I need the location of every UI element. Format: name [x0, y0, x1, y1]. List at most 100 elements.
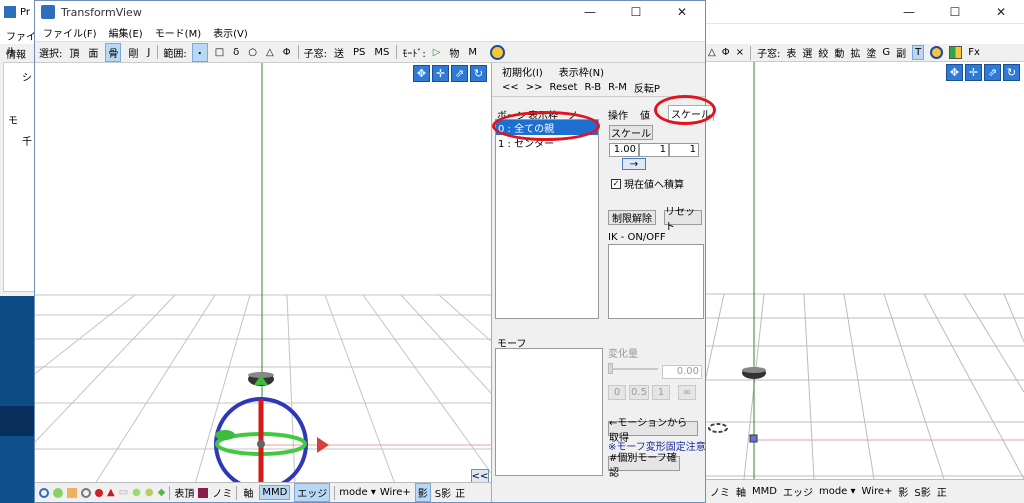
- morph-list[interactable]: [495, 348, 603, 476]
- grid-icon[interactable]: [949, 46, 963, 59]
- menu-file[interactable]: ファイル(F): [43, 25, 97, 40]
- background-right-viewport[interactable]: ✥ ✛ ⇗ ↻: [704, 62, 1024, 479]
- range-point-button[interactable]: ・: [191, 42, 208, 62]
- tool-paint[interactable]: 塗: [866, 45, 876, 60]
- mode-physics-button[interactable]: 物: [447, 44, 461, 61]
- status-mode[interactable]: mode ▾: [819, 486, 856, 497]
- status-axis[interactable]: 軸: [241, 484, 255, 501]
- rotate-move-icon[interactable]: ✛: [432, 65, 449, 82]
- select-rigid-button[interactable]: 剛: [126, 44, 140, 61]
- change-slider[interactable]: [608, 368, 658, 370]
- camera-icon[interactable]: [39, 487, 49, 498]
- tool-phi[interactable]: Φ: [722, 47, 730, 58]
- status-vertex-table[interactable]: 表頂: [174, 485, 194, 500]
- target-icon[interactable]: [81, 487, 91, 498]
- range-rect-button[interactable]: □: [213, 46, 226, 59]
- next-button[interactable]: >>: [526, 82, 543, 93]
- maximize-button[interactable]: ☐: [932, 0, 978, 24]
- change-slider-thumb[interactable]: [608, 363, 613, 374]
- status-axis[interactable]: 軸: [736, 484, 746, 499]
- tool-sub[interactable]: 副: [896, 45, 906, 60]
- checkbox-icon[interactable]: ✓: [611, 178, 621, 189]
- status-mode[interactable]: mode ▾: [339, 487, 376, 498]
- background-window-right[interactable]: — ☐ ✕ △ Φ × 子窓: 表 選 絞 動 拡 塗 G 副 T Fx ✥ ✛…: [704, 0, 1024, 503]
- child-ps-button[interactable]: PS: [351, 46, 367, 59]
- rotate-icon[interactable]: ↻: [470, 65, 487, 82]
- get-from-motion-button[interactable]: ←モーションから取得: [608, 418, 698, 444]
- reset-bone-button[interactable]: R-B: [584, 82, 601, 93]
- zoom-icon[interactable]: ⇗: [984, 64, 1001, 81]
- status-nomi[interactable]: ノミ: [710, 484, 730, 499]
- tool-table[interactable]: 表: [786, 45, 796, 60]
- reset-button[interactable]: Reset: [550, 82, 578, 93]
- change-value-field[interactable]: 0.00: [662, 365, 702, 379]
- reset-morph-button[interactable]: R-M: [608, 82, 627, 93]
- child-ms-button[interactable]: MS: [372, 46, 391, 59]
- mode-m-button[interactable]: M: [466, 46, 479, 59]
- tool-select[interactable]: 選: [802, 45, 812, 60]
- prev-button[interactable]: <<: [502, 82, 519, 93]
- range-delta-button[interactable]: δ: [231, 46, 241, 59]
- status-ortho[interactable]: 正: [937, 484, 947, 499]
- triangle-icon[interactable]: ▲: [107, 487, 115, 498]
- status-mmd[interactable]: MMD: [752, 486, 777, 497]
- tool-t[interactable]: T: [912, 45, 925, 60]
- apply-arrow-button[interactable]: →: [622, 158, 646, 170]
- rotate-move-icon[interactable]: ✛: [965, 64, 982, 81]
- menu-mode[interactable]: モード(M): [155, 25, 201, 40]
- tool-move[interactable]: 動: [834, 45, 844, 60]
- tool-cross[interactable]: ×: [736, 47, 744, 58]
- color-swatch-icon[interactable]: [198, 487, 209, 498]
- close-button[interactable]: ✕: [978, 0, 1024, 24]
- scale-z-field[interactable]: 1: [669, 143, 699, 157]
- light-icon[interactable]: [53, 487, 63, 498]
- tab-value[interactable]: 値: [640, 107, 650, 122]
- tool-narrow[interactable]: 絞: [818, 45, 828, 60]
- morph-value-inf-button[interactable]: ∞: [678, 385, 696, 400]
- range-phi-button[interactable]: Φ: [281, 46, 293, 59]
- diamond-icon[interactable]: ◆: [158, 487, 166, 498]
- people-icon[interactable]: ●: [145, 487, 154, 498]
- collapse-panel-button[interactable]: <<: [471, 469, 489, 483]
- select-face-button[interactable]: 面: [86, 44, 100, 61]
- status-self-shadow[interactable]: S影: [435, 485, 451, 500]
- sphere-icon[interactable]: [67, 487, 77, 498]
- scale-button[interactable]: スケール: [609, 125, 653, 140]
- menu-edit[interactable]: 編集(E): [109, 25, 143, 40]
- status-wire[interactable]: Wire+: [862, 486, 893, 497]
- dot-icon[interactable]: [95, 488, 103, 497]
- select-joint-button[interactable]: J: [145, 46, 152, 59]
- ik-list[interactable]: [608, 244, 704, 319]
- status-wire[interactable]: Wire+: [380, 487, 411, 498]
- globe-icon[interactable]: [490, 44, 506, 60]
- status-mmd[interactable]: MMD: [259, 485, 291, 500]
- 3d-viewport[interactable]: ✥ ✛ ⇗ ↻ <<: [35, 63, 491, 484]
- status-shadow[interactable]: 影: [414, 483, 431, 502]
- individual-morph-button[interactable]: #個別モーフ確認: [608, 453, 680, 479]
- globe-icon[interactable]: [930, 46, 944, 59]
- move-view-icon[interactable]: ✥: [946, 64, 963, 81]
- status-edge[interactable]: エッジ: [294, 483, 331, 502]
- maximize-button[interactable]: ☐: [613, 0, 659, 24]
- bulb-icon[interactable]: ●: [132, 487, 141, 498]
- move-view-icon[interactable]: ✥: [413, 65, 430, 82]
- menu-initialize[interactable]: 初期化(I): [502, 64, 543, 79]
- status-edge[interactable]: エッジ: [783, 484, 813, 499]
- reset-values-button[interactable]: リセット: [664, 207, 702, 233]
- tool-g[interactable]: G: [882, 47, 890, 58]
- select-bone-button[interactable]: 骨: [105, 42, 122, 62]
- range-circle-button[interactable]: ○: [246, 46, 259, 59]
- bone-list[interactable]: 0 : 全ての親 1 : センター: [495, 119, 599, 319]
- tool-fx[interactable]: Fx: [968, 47, 980, 58]
- tool-triangle[interactable]: △: [708, 47, 716, 58]
- mode-play-button[interactable]: ▷: [431, 46, 443, 59]
- status-nomi[interactable]: ノミ: [212, 485, 232, 500]
- tool-scale[interactable]: 拡: [850, 45, 860, 60]
- range-triangle-button[interactable]: △: [264, 46, 276, 59]
- morph-value-1-button[interactable]: 1: [652, 385, 670, 400]
- status-ortho[interactable]: 正: [455, 485, 465, 500]
- limit-release-button[interactable]: 制限解除: [608, 210, 656, 225]
- accumulate-checkbox[interactable]: ✓ 現在値へ積算: [611, 176, 684, 191]
- zoom-icon[interactable]: ⇗: [451, 65, 468, 82]
- scale-y-field[interactable]: 1: [639, 143, 669, 157]
